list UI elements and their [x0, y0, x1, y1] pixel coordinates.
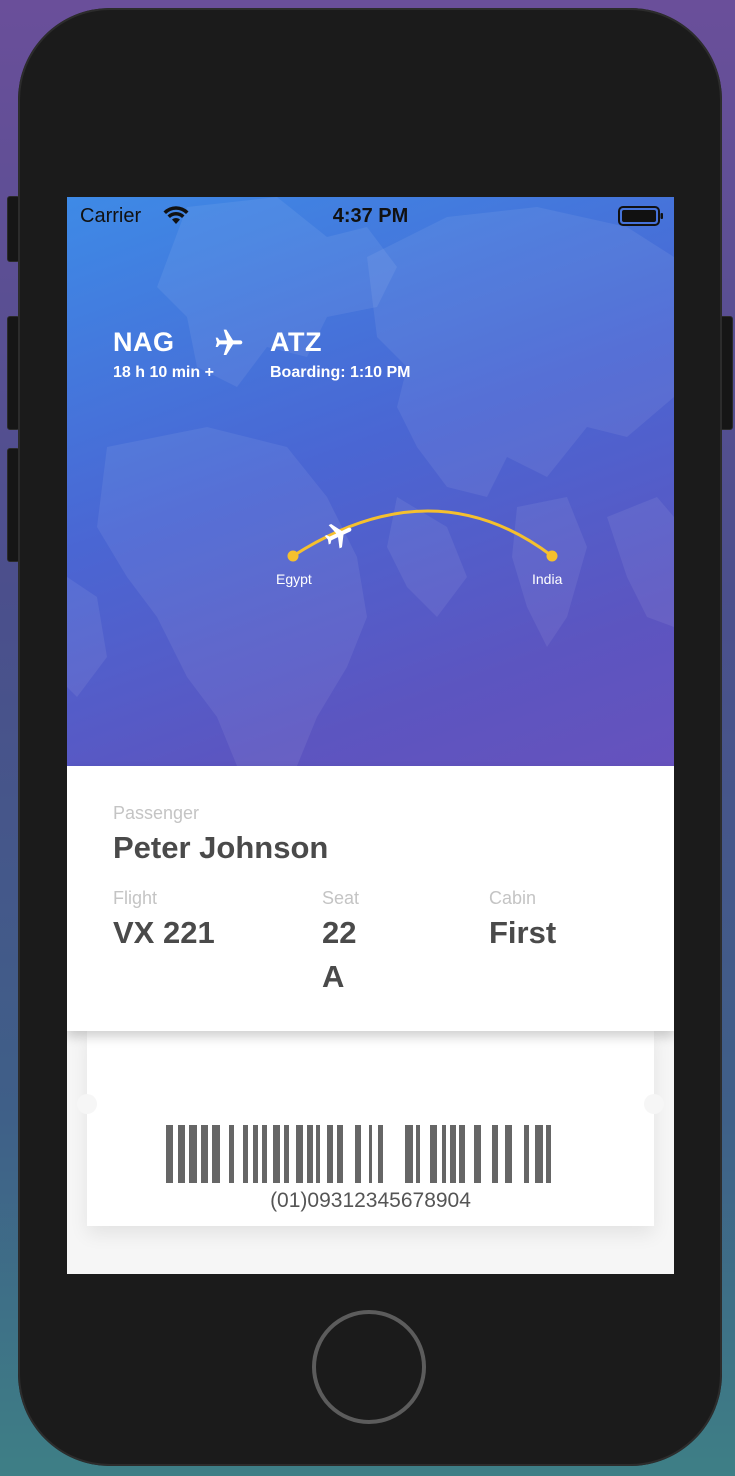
barcode-icon [166, 1125, 551, 1183]
origin-city-label: Egypt [276, 571, 312, 587]
flight-arc [292, 509, 553, 558]
destination-dot [546, 550, 558, 562]
home-button[interactable] [312, 1310, 426, 1424]
barcode-number: (01)09312345678904 [270, 1189, 471, 1212]
flight-number: VX 221 [113, 915, 215, 950]
ticket-stub: (01)09312345678904 [77, 1031, 664, 1226]
boarding-pass-card: Passenger Peter Johnson Flight VX 221 Se… [67, 766, 674, 1031]
stub-notch-left [77, 1094, 97, 1114]
stub-notch-right [644, 1094, 664, 1114]
passenger-name: Peter Johnson [113, 830, 329, 865]
origin-dot [287, 550, 299, 562]
seat-number: 22 A [322, 915, 357, 994]
flight-path-graphic [287, 509, 558, 562]
passenger-label: Passenger [113, 803, 200, 823]
flight-label: Flight [113, 888, 158, 908]
cabin-class: First [489, 915, 557, 950]
screen: Carrier 4:37 PM NAG 18 h 10 min + ATZ Bo… [67, 197, 674, 1274]
flight-hero: Carrier 4:37 PM NAG 18 h 10 min + ATZ Bo… [67, 197, 674, 766]
map-airplane-icon [324, 524, 352, 549]
seat-label: Seat [322, 888, 360, 908]
destination-city-label: India [532, 571, 563, 587]
cabin-label: Cabin [489, 888, 537, 908]
